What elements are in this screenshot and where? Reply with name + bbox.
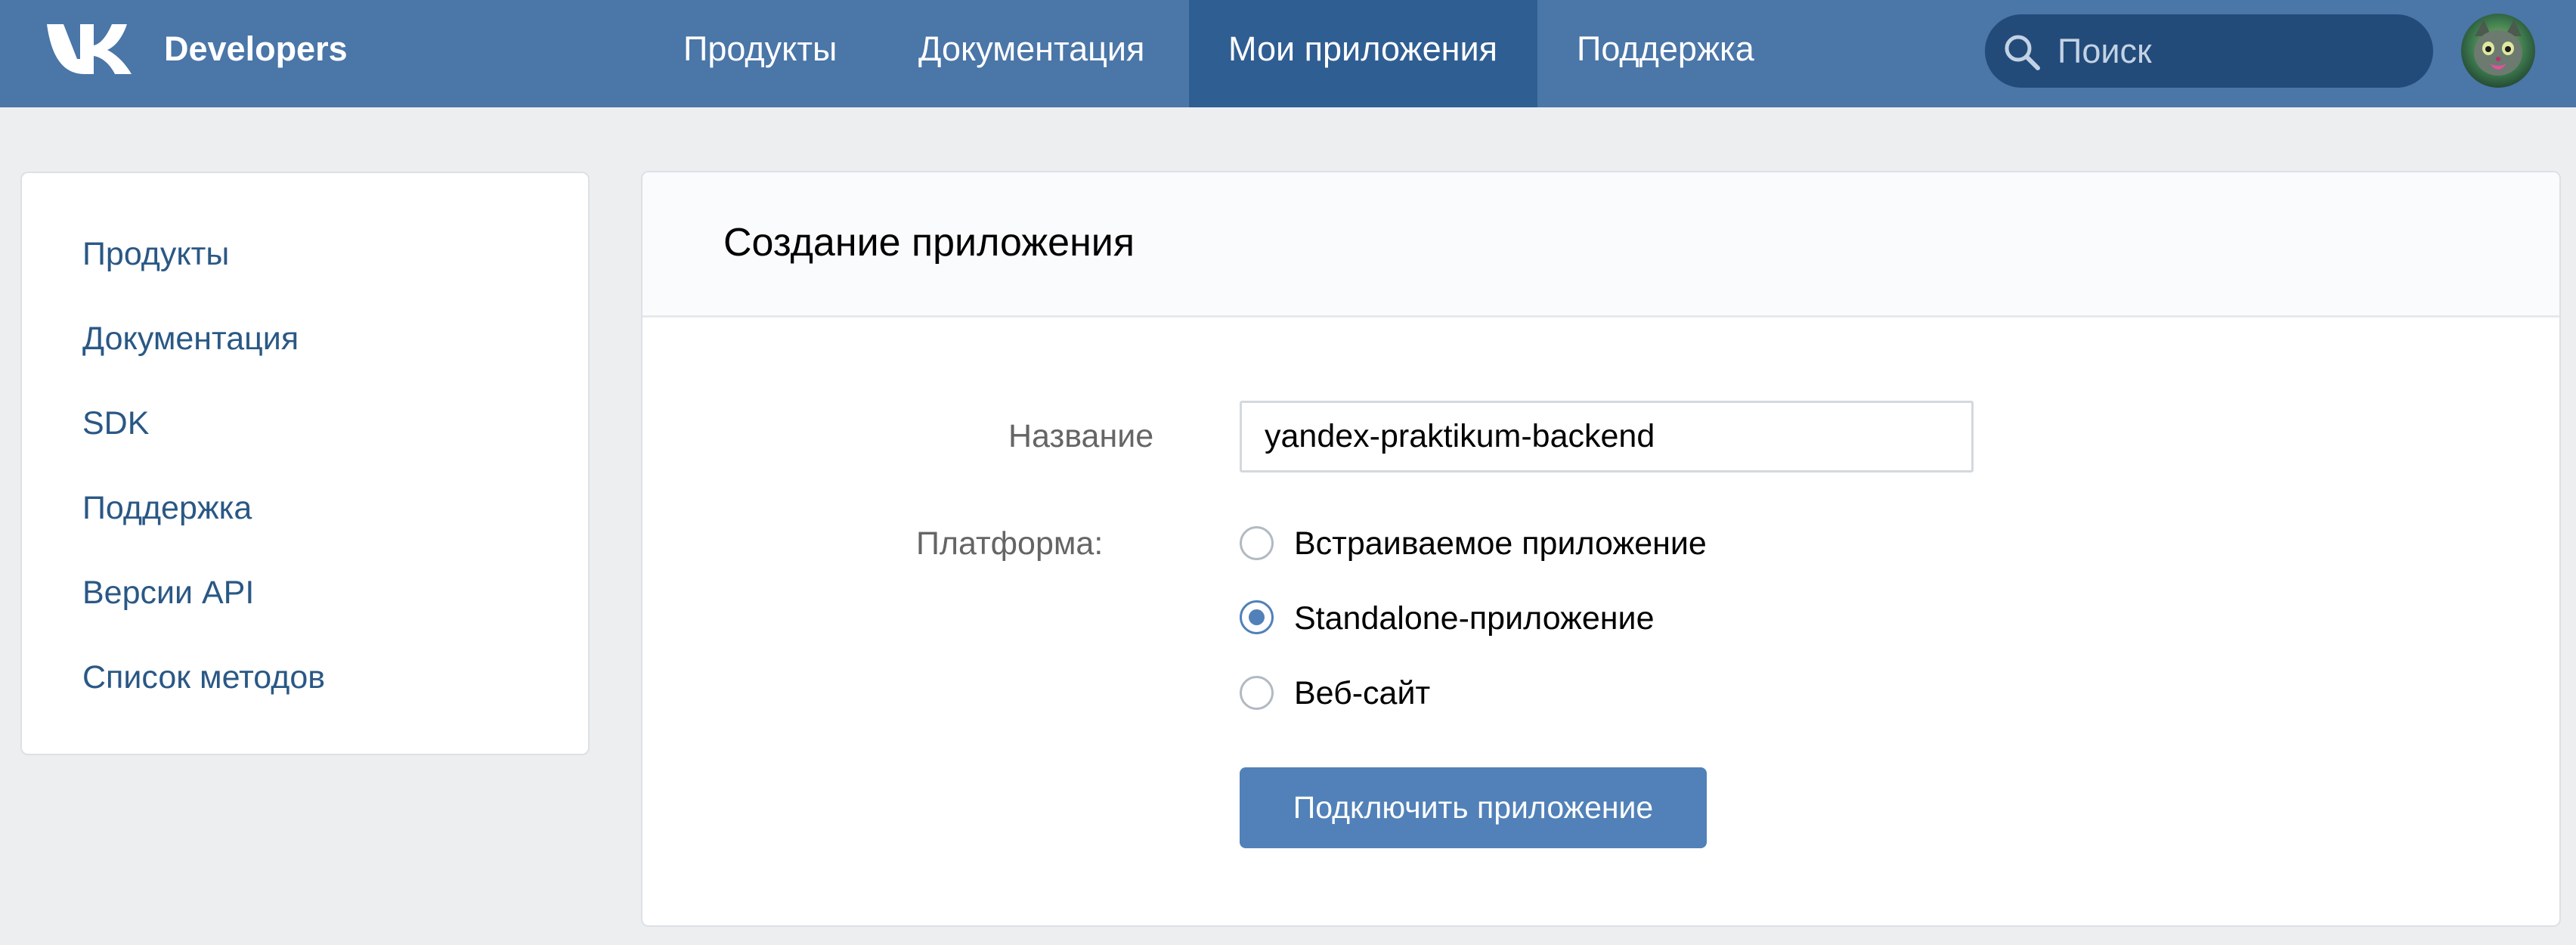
sidebar-item-products[interactable]: Продукты: [82, 234, 229, 274]
nav-tab-products[interactable]: Продукты: [644, 0, 876, 107]
page-title: Создание приложения: [723, 221, 1135, 265]
avatar-image: [2461, 14, 2535, 88]
sidebar-item-sdk[interactable]: SDK: [82, 403, 149, 444]
app-name-field[interactable]: [1240, 401, 1974, 472]
top-navigation-bar: Developers Продукты Документация Мои при…: [0, 0, 2576, 107]
sidebar-item-support[interactable]: Поддержка: [82, 488, 252, 528]
sidebar-item-documentation[interactable]: Документация: [82, 318, 299, 359]
search-icon: [2005, 35, 2040, 70]
connect-app-button[interactable]: Подключить приложение: [1240, 767, 1707, 848]
nav-tab-support[interactable]: Поддержка: [1537, 0, 1794, 107]
sidebar: Продукты Документация SDK Поддержка Верс…: [20, 172, 590, 755]
radio-label-embedded-app[interactable]: Встраиваемое приложение: [1294, 523, 1707, 564]
vk-logo-icon[interactable]: [47, 23, 133, 76]
name-label: Название: [1008, 418, 1154, 454]
platform-label: Платформа:: [916, 525, 1104, 562]
sidebar-item-api-versions[interactable]: Версии API: [82, 572, 254, 613]
avatar[interactable]: [2461, 14, 2535, 88]
radio-website[interactable]: [1240, 676, 1274, 710]
radio-label-standalone-app[interactable]: Standalone-приложение: [1294, 598, 1655, 639]
search-box[interactable]: [1985, 14, 2433, 88]
radio-selected-dot: [1249, 609, 1265, 625]
sidebar-item-methods-list[interactable]: Список методов: [82, 657, 325, 698]
radio-embedded-app[interactable]: [1240, 526, 1274, 560]
panel-header: Создание приложения: [642, 172, 2559, 318]
brand-name[interactable]: Developers: [164, 29, 348, 70]
create-app-panel: Создание приложения Название Платформа: …: [641, 171, 2561, 927]
radio-standalone-app[interactable]: [1240, 600, 1274, 634]
nav-tab-my-apps[interactable]: Мои приложения: [1189, 0, 1537, 107]
radio-label-website[interactable]: Веб-сайт: [1294, 673, 1430, 714]
nav-tab-documentation[interactable]: Документация: [879, 0, 1184, 107]
search-input[interactable]: [2057, 14, 2420, 88]
